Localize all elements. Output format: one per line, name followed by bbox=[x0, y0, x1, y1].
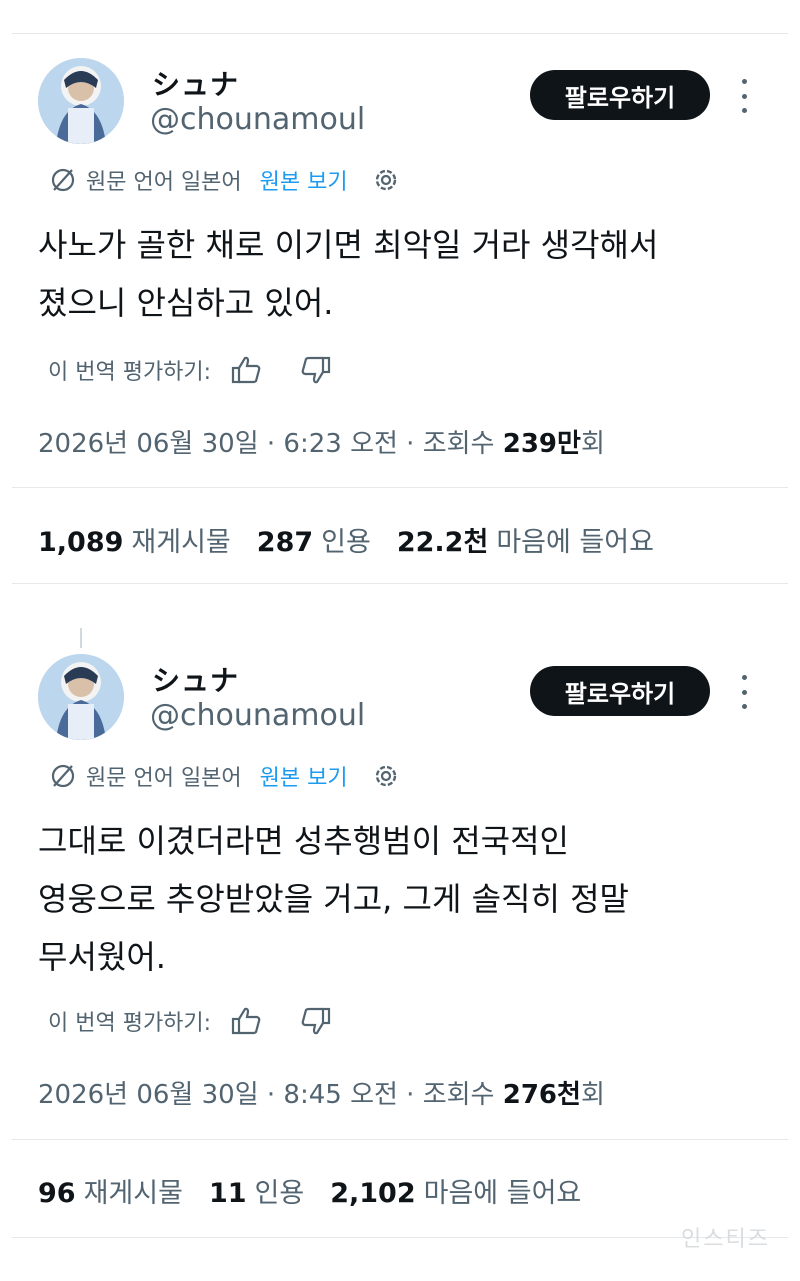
likes-label: 마음에 들어요 bbox=[496, 527, 654, 558]
body-line: 졌으니 안심하고 있어. bbox=[38, 284, 334, 322]
rate-label: 이 번역 평가하기: bbox=[48, 1011, 212, 1036]
reposts-label: 재게시물 bbox=[83, 1178, 183, 1209]
thumbs-down-icon[interactable] bbox=[299, 1004, 333, 1038]
rate-label: 이 번역 평가하기: bbox=[48, 360, 212, 385]
top-divider bbox=[12, 33, 788, 34]
divider bbox=[12, 1237, 788, 1238]
post-body: 그대로 이겼더라면 성추행범이 전국적인 영웅으로 추앙받았을 거고, 그게 솔… bbox=[38, 812, 758, 986]
reposts-count: 96 bbox=[38, 1178, 76, 1209]
view-count: 239만 bbox=[502, 429, 581, 459]
likes-stat[interactable]: 22.2천 마음에 들어요 bbox=[397, 520, 654, 559]
translation-source: 원문 언어 일본어 bbox=[86, 766, 242, 791]
more-options-icon[interactable] bbox=[736, 675, 752, 709]
views-suffix: 회 bbox=[580, 1080, 605, 1110]
rate-translation: 이 번역 평가하기: bbox=[48, 350, 333, 390]
view-count: 276천 bbox=[502, 1080, 581, 1110]
thumbs-up-icon[interactable] bbox=[229, 353, 263, 387]
engagement-stats: 1,089 재게시물 287 인용 22.2천 마음에 들어요 bbox=[38, 520, 680, 559]
likes-count: 2,102 bbox=[330, 1178, 416, 1209]
view-original-link[interactable]: 원본 보기 bbox=[260, 164, 348, 196]
timestamp[interactable]: 2026년 06월 30일 · 6:23 오전 · 조회수 bbox=[38, 429, 494, 459]
thread-connector bbox=[80, 628, 82, 648]
quotes-stat[interactable]: 287 인용 bbox=[257, 520, 371, 559]
display-name[interactable]: シュナ bbox=[152, 659, 239, 699]
view-original-link[interactable]: 원본 보기 bbox=[260, 760, 348, 792]
more-options-icon[interactable] bbox=[736, 79, 752, 113]
body-line: 그대로 이겼더라면 성추행범이 전국적인 bbox=[38, 822, 569, 860]
views-suffix: 회 bbox=[580, 429, 605, 459]
rate-translation: 이 번역 평가하기: bbox=[48, 1001, 333, 1041]
translate-icon bbox=[51, 168, 75, 192]
divider bbox=[12, 1139, 788, 1140]
engagement-stats: 96 재게시물 11 인용 2,102 마음에 들어요 bbox=[38, 1171, 607, 1210]
follow-button[interactable]: 팔로우하기 bbox=[530, 70, 710, 120]
follow-button[interactable]: 팔로우하기 bbox=[530, 666, 710, 716]
body-line: 영웅으로 추앙받았을 거고, 그게 솔직히 정말 bbox=[38, 880, 629, 918]
translate-icon bbox=[51, 764, 75, 788]
avatar[interactable] bbox=[38, 58, 124, 144]
quotes-stat[interactable]: 11 인용 bbox=[209, 1171, 304, 1210]
reposts-label: 재게시물 bbox=[131, 527, 231, 558]
likes-stat[interactable]: 2,102 마음에 들어요 bbox=[330, 1171, 581, 1210]
translation-source: 원문 언어 일본어 bbox=[86, 170, 242, 195]
timestamp[interactable]: 2026년 06월 30일 · 8:45 오전 · 조회수 bbox=[38, 1080, 494, 1110]
divider bbox=[12, 583, 788, 584]
gear-icon[interactable] bbox=[370, 760, 402, 792]
post-meta: 2026년 06월 30일 · 8:45 오전 · 조회수 276천회 bbox=[38, 1074, 605, 1111]
reposts-count: 1,089 bbox=[38, 527, 124, 558]
likes-label: 마음에 들어요 bbox=[423, 1178, 582, 1209]
translation-info: 원문 언어 일본어 원본 보기 bbox=[48, 759, 402, 793]
quotes-count: 287 bbox=[256, 527, 314, 558]
quotes-label: 인용 bbox=[254, 1178, 305, 1209]
avatar[interactable] bbox=[38, 654, 124, 740]
gear-icon[interactable] bbox=[370, 164, 402, 196]
reposts-stat[interactable]: 1,089 재게시물 bbox=[38, 520, 231, 559]
reposts-stat[interactable]: 96 재게시물 bbox=[38, 1171, 183, 1210]
translation-info: 원문 언어 일본어 원본 보기 bbox=[48, 163, 402, 197]
post-meta: 2026년 06월 30일 · 6:23 오전 · 조회수 239만회 bbox=[38, 423, 605, 460]
quotes-label: 인용 bbox=[321, 527, 371, 558]
handle[interactable]: @chounamoul bbox=[150, 102, 365, 137]
likes-count: 22.2천 bbox=[396, 527, 489, 558]
body-line: 무서웠어. bbox=[38, 938, 166, 976]
thumbs-down-icon[interactable] bbox=[299, 353, 333, 387]
quotes-count: 11 bbox=[208, 1178, 247, 1209]
divider bbox=[12, 487, 788, 488]
post-body: 사노가 골한 채로 이기면 최악일 거라 생각해서 졌으니 안심하고 있어. bbox=[38, 216, 758, 332]
body-line: 사노가 골한 채로 이기면 최악일 거라 생각해서 bbox=[38, 226, 659, 264]
page: シュナ @chounamoul 팔로우하기 원문 언어 일본어 원본 보기 사노… bbox=[0, 0, 800, 1281]
handle[interactable]: @chounamoul bbox=[150, 698, 365, 733]
watermark: 인스티즈 bbox=[681, 1227, 770, 1252]
thumbs-up-icon[interactable] bbox=[229, 1004, 263, 1038]
display-name[interactable]: シュナ bbox=[152, 63, 239, 103]
